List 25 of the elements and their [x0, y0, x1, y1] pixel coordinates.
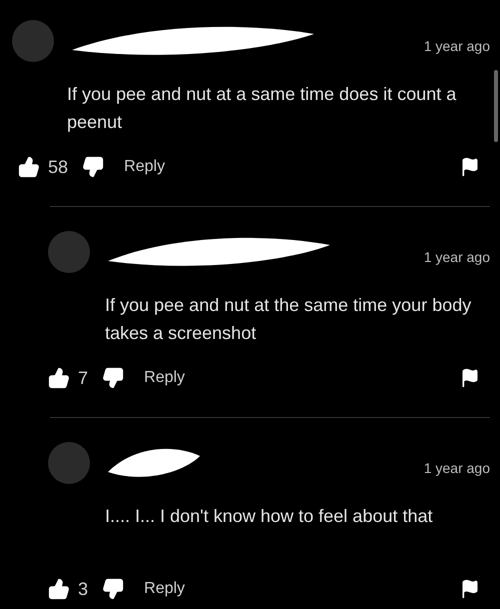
thumbs-down-icon[interactable]	[102, 578, 124, 600]
reply-button[interactable]: Reply	[144, 369, 185, 387]
timestamp: 1 year ago	[424, 249, 490, 265]
reply-button[interactable]: Reply	[144, 580, 185, 598]
avatar	[12, 20, 54, 62]
timestamp: 1 year ago	[424, 460, 490, 476]
flag-icon[interactable]	[460, 579, 480, 599]
thumbs-up-icon[interactable]	[48, 367, 70, 389]
thumbs-up-icon[interactable]	[48, 578, 70, 600]
comment-text: I.... I... I don't know how to feel about that	[105, 505, 434, 528]
comment-text: If you pee and nut at the same time your body takes a screenshot	[105, 294, 472, 345]
avatar	[48, 231, 90, 273]
thumbs-down-icon[interactable]	[102, 367, 124, 389]
like-count: 3	[78, 578, 88, 600]
thumbs-down-icon[interactable]	[82, 156, 104, 178]
timestamp: 1 year ago	[424, 38, 490, 54]
reply-button[interactable]: Reply	[124, 158, 165, 176]
flag-icon[interactable]	[460, 368, 480, 388]
scrollbar[interactable]	[494, 70, 498, 142]
thumbs-up-icon[interactable]	[18, 156, 40, 178]
like-count: 7	[78, 368, 88, 388]
like-count: 58	[48, 156, 68, 178]
flag-icon[interactable]	[460, 157, 480, 177]
avatar	[48, 442, 90, 484]
comment-text: If you pee and nut at a same time does it count a peenut	[67, 83, 458, 134]
